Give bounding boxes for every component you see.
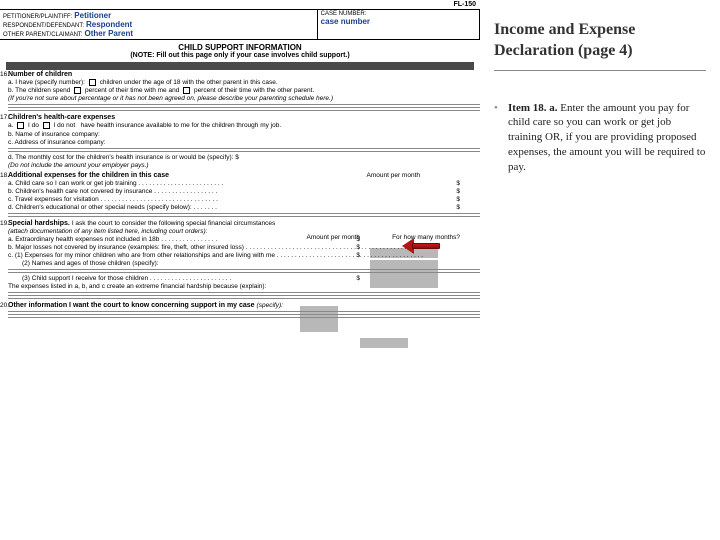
- item-label: Item 18. a.: [508, 102, 558, 114]
- s16-num: 16.: [0, 71, 9, 78]
- s18-d: d. Children's educational or other speci…: [8, 204, 217, 211]
- s20-lead: (specify):: [257, 302, 283, 309]
- section-20: 20. Other information I want the court t…: [0, 302, 480, 318]
- dollar-icon: $: [456, 204, 460, 211]
- form-title: CHILD SUPPORT INFORMATION: [0, 43, 480, 52]
- s16-a: a. I have (specify number):: [8, 79, 85, 86]
- section-18: 18. Additional expenses for the children…: [0, 172, 480, 217]
- other-value: Other Parent: [85, 29, 133, 38]
- checkbox-donot[interactable]: [43, 122, 50, 129]
- s18-header: Amount per month: [367, 172, 420, 179]
- form-page: FL-150 PETITIONER/PLAINTIFF: Petitioner …: [0, 0, 480, 540]
- s16-a2: children under the age of 18 with the ot…: [100, 79, 278, 86]
- form-code: FL-150: [0, 0, 480, 10]
- s17-c: c. Address of insurance company:: [8, 139, 480, 146]
- dollar-icon: $: [456, 188, 460, 195]
- resp-value: Respondent: [86, 20, 132, 29]
- case-value: case number: [321, 17, 476, 26]
- s17-num: 17.: [0, 114, 9, 121]
- s18-b: b. Children's health care not covered by…: [8, 188, 217, 195]
- s19-title: Special hardships.: [8, 220, 70, 227]
- s17-title: Children's health-care expenses: [8, 114, 115, 121]
- instruction-item: • Item 18. a. Enter the amount you pay f…: [494, 101, 706, 175]
- dollar-icon: $: [456, 196, 460, 203]
- dollar-icon: $: [356, 236, 360, 243]
- form-note: (NOTE: Fill out this page only if your c…: [0, 52, 480, 59]
- section-16: 16. Number of children a. I have (specif…: [0, 71, 480, 111]
- blank-box[interactable]: [183, 87, 190, 94]
- s19-a: a. Extraordinary health expenses not inc…: [8, 236, 217, 243]
- other-label: OTHER PARENT/CLAIMANT:: [3, 32, 83, 38]
- s19-c2: (2) Names and ages of those children (sp…: [8, 260, 480, 267]
- s17-a: a.: [8, 123, 13, 130]
- s18-num: 18.: [0, 172, 9, 179]
- s16-title: Number of children: [8, 71, 72, 78]
- s19-c1: c. (1) Expenses for my minor children wh…: [8, 252, 423, 259]
- explanation-panel: Income and Expense Declaration (page 4) …: [480, 0, 720, 540]
- s19-num: 19.: [0, 220, 9, 227]
- checkbox-do[interactable]: [17, 122, 24, 129]
- s17-do: I do: [28, 123, 39, 130]
- s18-title: Additional expenses for the children in …: [8, 172, 169, 179]
- s16-b2: percent of their time with me and: [85, 87, 179, 94]
- s16-bnote: (If you're not sure about percentage or …: [8, 95, 480, 102]
- highlight-box: [360, 338, 408, 348]
- s17-dnote: (Do not include the amount your employer…: [8, 162, 480, 169]
- s17-d: d. The monthly cost for the children's h…: [8, 154, 480, 161]
- s18-c: c. Travel expenses for visitation . . . …: [8, 196, 218, 203]
- s19-explain: The expenses listed in a, b, and c creat…: [8, 283, 480, 290]
- blank-box[interactable]: [74, 87, 81, 94]
- s16-b: b. The children spend: [8, 87, 70, 94]
- case-header: PETITIONER/PLAINTIFF: Petitioner RESPOND…: [0, 10, 480, 40]
- s19-c3: (3) Child support I receive for those ch…: [22, 275, 231, 282]
- section-17: 17. Children's health-care expenses a. I…: [0, 114, 480, 168]
- dollar-icon: $: [356, 252, 360, 259]
- s17-a2: have health insurance available to me fo…: [81, 123, 282, 130]
- s17-donot: I do not: [54, 123, 76, 130]
- dollar-icon: $: [356, 244, 360, 251]
- s20-title: Other information I want the court to kn…: [8, 302, 255, 309]
- blank-box[interactable]: [89, 79, 96, 86]
- s18-a: a. Child care so I can work or get job t…: [8, 180, 223, 187]
- dollar-icon: $: [456, 180, 460, 187]
- s17-b: b. Name of insurance company:: [8, 131, 480, 138]
- s16-b3: percent of their time with the other par…: [194, 87, 314, 94]
- s19-lead: I ask the court to consider the followin…: [72, 220, 275, 227]
- s19-h1: Amount per month: [307, 234, 360, 241]
- dollar-icon: $: [356, 275, 360, 282]
- bullet-icon: •: [494, 101, 508, 175]
- pet-value: Petitioner: [74, 11, 111, 20]
- section-19: 19. Special hardships. I ask the court t…: [0, 220, 480, 299]
- panel-title: Income and Expense Declaration (page 4): [494, 20, 706, 71]
- s20-num: 20.: [0, 302, 9, 309]
